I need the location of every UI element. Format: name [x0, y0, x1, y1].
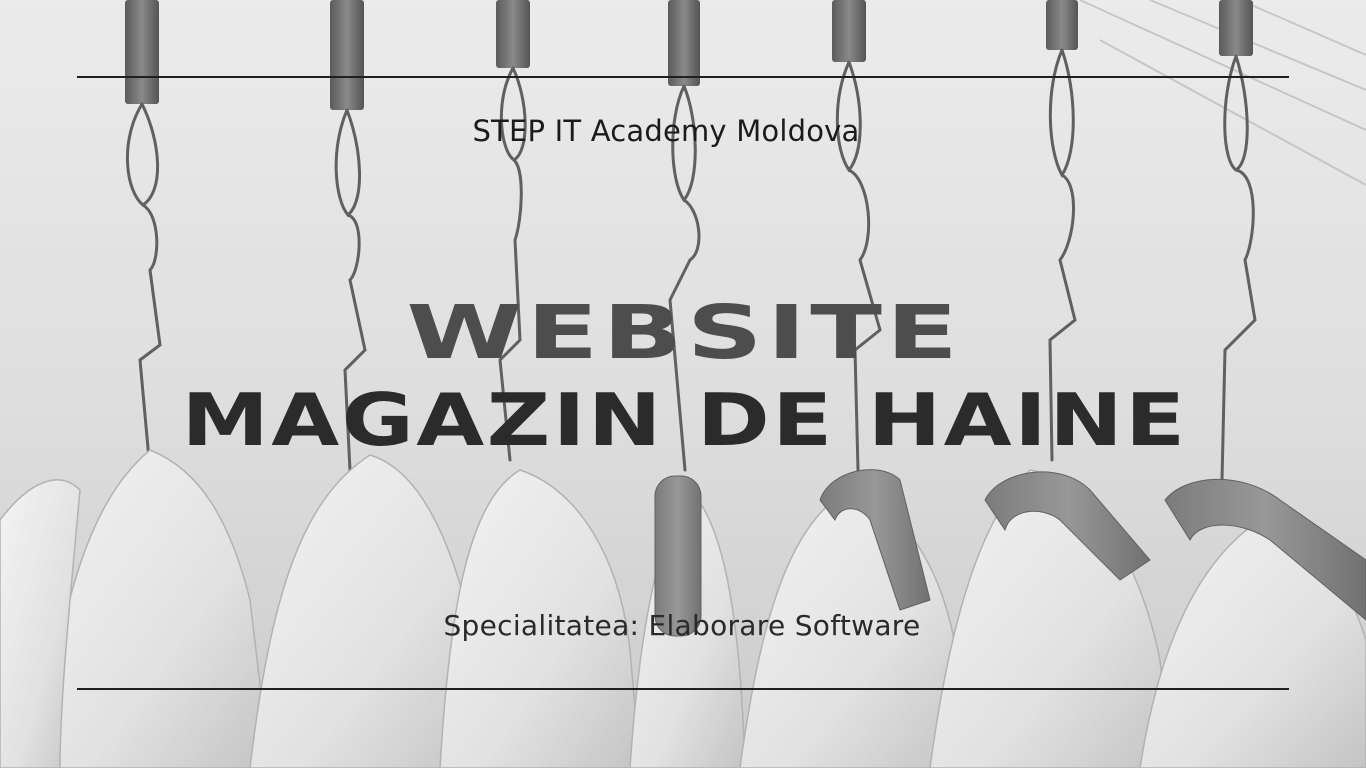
- title-line-website: WEBSITE: [406, 290, 963, 376]
- title-line-magazin: MAGAZIN DE HAINE: [181, 378, 1188, 462]
- top-divider-line: [77, 76, 1289, 78]
- specialty-text: Specialitatea: Elaborare Software: [443, 609, 921, 642]
- presentation-slide: STEP IT Academy Moldova WEBSITE MAGAZIN …: [0, 0, 1366, 768]
- bottom-divider-line: [77, 688, 1289, 690]
- academy-name: STEP IT Academy Moldova: [472, 114, 860, 148]
